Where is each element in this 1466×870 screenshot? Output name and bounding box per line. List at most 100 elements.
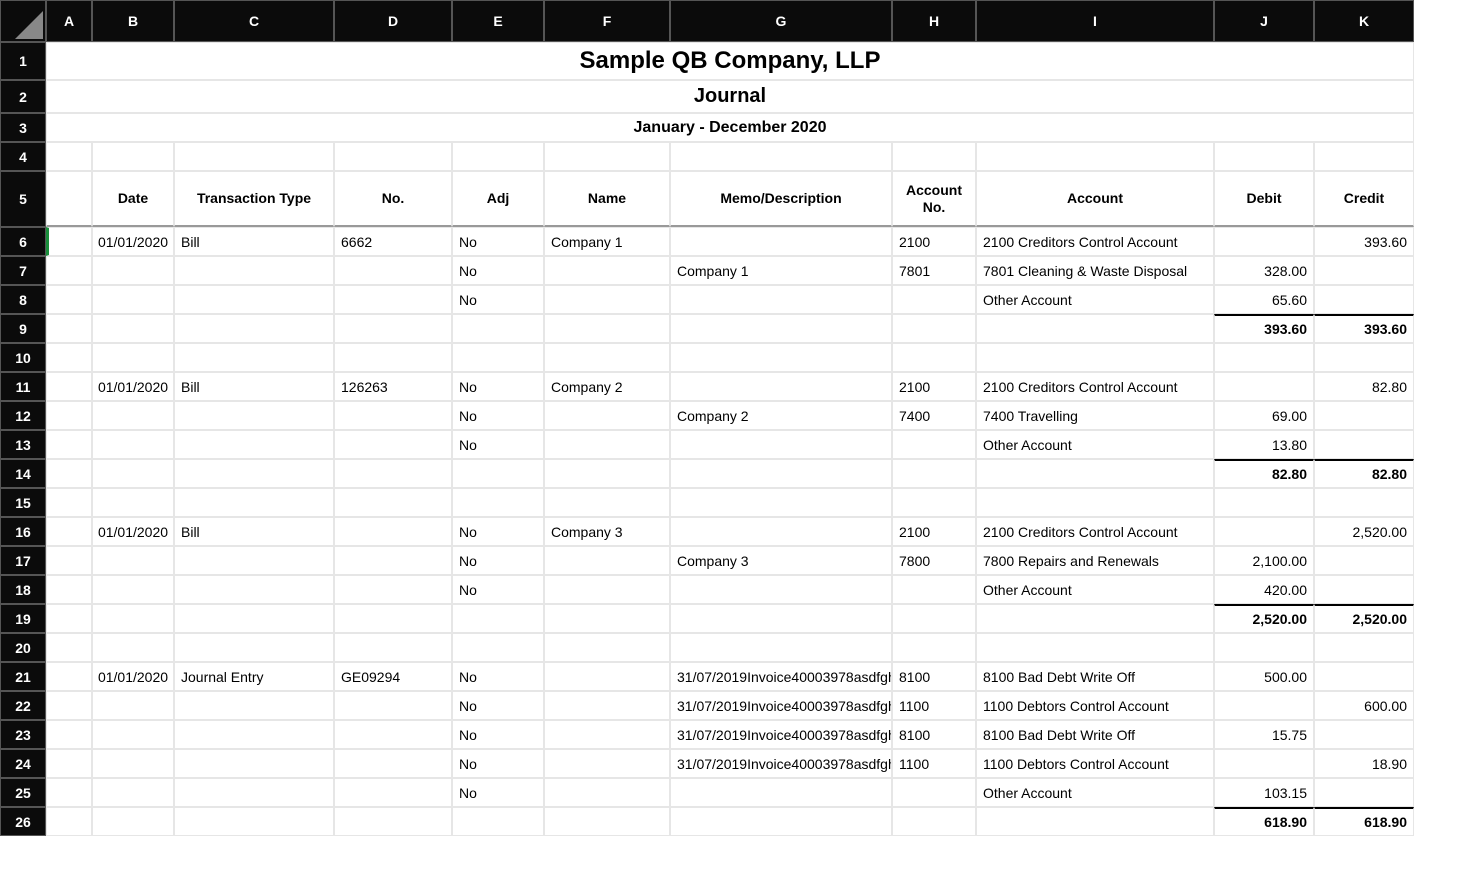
cell-r23-memo[interactable]: 31/07/2019Invoice40003978asdfgh [670, 720, 892, 749]
cell-r18-date[interactable] [92, 575, 174, 604]
cell-r8-account[interactable]: Other Account [976, 285, 1214, 314]
cell-r24-A[interactable] [46, 749, 92, 778]
cell-r24-date[interactable] [92, 749, 174, 778]
cell-r23-debit[interactable]: 15.75 [1214, 720, 1314, 749]
cell-r14-date[interactable] [92, 459, 174, 488]
colhdr-F[interactable]: F [544, 0, 670, 42]
cell-r10-adj[interactable] [452, 343, 544, 372]
cell-r21-no[interactable]: GE09294 [334, 662, 452, 691]
colhdr-J[interactable]: J [1214, 0, 1314, 42]
cell-r13-account[interactable]: Other Account [976, 430, 1214, 459]
header-account_no[interactable]: Account No. [892, 171, 976, 227]
cell-r17-credit[interactable] [1314, 546, 1414, 575]
header-name[interactable]: Name [544, 171, 670, 227]
cell-blank-r4c5[interactable] [544, 142, 670, 171]
cell-r14-memo[interactable] [670, 459, 892, 488]
cell-r9-no[interactable] [334, 314, 452, 343]
rowhdr-22[interactable]: 22 [0, 691, 46, 720]
rowhdr-11[interactable]: 11 [0, 372, 46, 401]
cell-r26-name[interactable] [544, 807, 670, 836]
header-empty[interactable] [46, 171, 92, 227]
rowhdr-24[interactable]: 24 [0, 749, 46, 778]
cell-r24-account[interactable]: 1100 Debtors Control Account [976, 749, 1214, 778]
cell-r20-memo[interactable] [670, 633, 892, 662]
cell-r7-credit[interactable] [1314, 256, 1414, 285]
cell-r19-name[interactable] [544, 604, 670, 633]
header-debit[interactable]: Debit [1214, 171, 1314, 227]
cell-r9-account[interactable] [976, 314, 1214, 343]
header-credit[interactable]: Credit [1314, 171, 1414, 227]
cell-r16-adj[interactable]: No [452, 517, 544, 546]
cell-r9-name[interactable] [544, 314, 670, 343]
cell-r11-account_no[interactable]: 2100 [892, 372, 976, 401]
cell-r14-debit[interactable]: 82.80 [1214, 459, 1314, 488]
cell-r23-account[interactable]: 8100 Bad Debt Write Off [976, 720, 1214, 749]
cell-r15-account[interactable] [976, 488, 1214, 517]
cell-r21-account_no[interactable]: 8100 [892, 662, 976, 691]
cell-r23-credit[interactable] [1314, 720, 1414, 749]
cell-r14-credit[interactable]: 82.80 [1314, 459, 1414, 488]
cell-r21-txn_type[interactable]: Journal Entry [174, 662, 334, 691]
cell-r25-no[interactable] [334, 778, 452, 807]
cell-blank-r4c2[interactable] [174, 142, 334, 171]
colhdr-I[interactable]: I [976, 0, 1214, 42]
cell-blank-r4c1[interactable] [92, 142, 174, 171]
cell-r24-memo[interactable]: 31/07/2019Invoice40003978asdfgh [670, 749, 892, 778]
colhdr-G[interactable]: G [670, 0, 892, 42]
rowhdr-23[interactable]: 23 [0, 720, 46, 749]
cell-r12-adj[interactable]: No [452, 401, 544, 430]
cell-r21-memo[interactable]: 31/07/2019Invoice40003978asdfgh [670, 662, 892, 691]
rowhdr-12[interactable]: 12 [0, 401, 46, 430]
cell-r13-account_no[interactable] [892, 430, 976, 459]
cell-r8-credit[interactable] [1314, 285, 1414, 314]
cell-r25-adj[interactable]: No [452, 778, 544, 807]
header-account[interactable]: Account [976, 171, 1214, 227]
cell-r16-no[interactable] [334, 517, 452, 546]
cell-r10-account[interactable] [976, 343, 1214, 372]
cell-r8-date[interactable] [92, 285, 174, 314]
cell-r19-adj[interactable] [452, 604, 544, 633]
cell-r12-no[interactable] [334, 401, 452, 430]
cell-r24-name[interactable] [544, 749, 670, 778]
cell-r7-memo[interactable]: Company 1 [670, 256, 892, 285]
cell-period[interactable]: January - December 2020 [46, 113, 1414, 142]
cell-r11-adj[interactable]: No [452, 372, 544, 401]
cell-r23-adj[interactable]: No [452, 720, 544, 749]
cell-r9-debit[interactable]: 393.60 [1214, 314, 1314, 343]
cell-r19-txn_type[interactable] [174, 604, 334, 633]
cell-r17-debit[interactable]: 2,100.00 [1214, 546, 1314, 575]
cell-r25-credit[interactable] [1314, 778, 1414, 807]
cell-r16-account[interactable]: 2100 Creditors Control Account [976, 517, 1214, 546]
cell-r14-A[interactable] [46, 459, 92, 488]
header-date[interactable]: Date [92, 171, 174, 227]
rowhdr-20[interactable]: 20 [0, 633, 46, 662]
cell-r7-A[interactable] [46, 256, 92, 285]
cell-r11-txn_type[interactable]: Bill [174, 372, 334, 401]
cell-r26-credit[interactable]: 618.90 [1314, 807, 1414, 836]
cell-r6-account[interactable]: 2100 Creditors Control Account [976, 227, 1214, 256]
cell-r19-debit[interactable]: 2,520.00 [1214, 604, 1314, 633]
cell-r24-no[interactable] [334, 749, 452, 778]
cell-r22-debit[interactable] [1214, 691, 1314, 720]
cell-r23-txn_type[interactable] [174, 720, 334, 749]
cell-r10-name[interactable] [544, 343, 670, 372]
cell-r19-account[interactable] [976, 604, 1214, 633]
cell-r13-date[interactable] [92, 430, 174, 459]
colhdr-K[interactable]: K [1314, 0, 1414, 42]
rowhdr-15[interactable]: 15 [0, 488, 46, 517]
cell-r8-account_no[interactable] [892, 285, 976, 314]
rowhdr-25[interactable]: 25 [0, 778, 46, 807]
cell-r26-account[interactable] [976, 807, 1214, 836]
cell-r16-txn_type[interactable]: Bill [174, 517, 334, 546]
cell-r23-A[interactable] [46, 720, 92, 749]
cell-r18-memo[interactable] [670, 575, 892, 604]
cell-r17-date[interactable] [92, 546, 174, 575]
cell-r12-memo[interactable]: Company 2 [670, 401, 892, 430]
cell-r8-debit[interactable]: 65.60 [1214, 285, 1314, 314]
header-memo[interactable]: Memo/Description [670, 171, 892, 227]
cell-r9-credit[interactable]: 393.60 [1314, 314, 1414, 343]
rowhdr-9[interactable]: 9 [0, 314, 46, 343]
cell-r12-credit[interactable] [1314, 401, 1414, 430]
cell-r24-account_no[interactable]: 1100 [892, 749, 976, 778]
cell-r7-date[interactable] [92, 256, 174, 285]
